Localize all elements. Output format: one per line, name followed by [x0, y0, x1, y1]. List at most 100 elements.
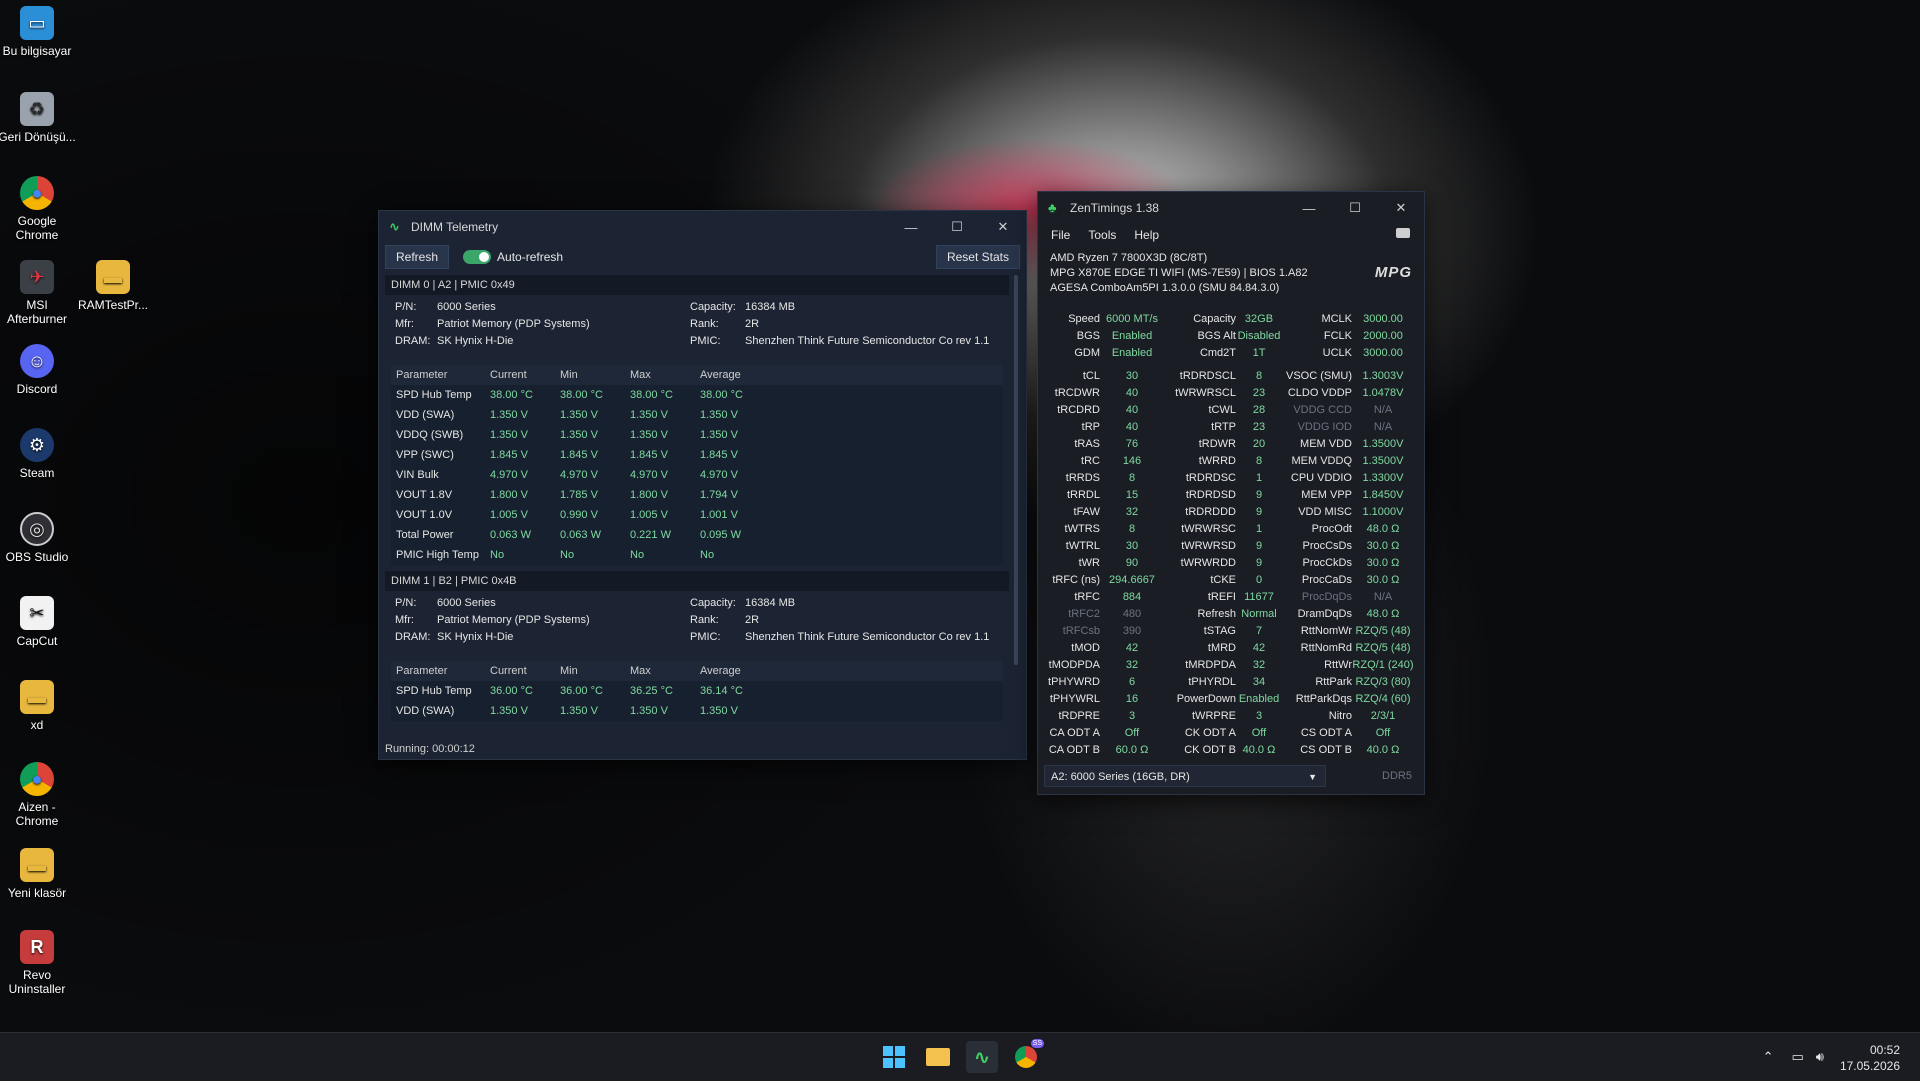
parameter-name: SPD Hub Temp — [396, 389, 472, 401]
timing-label: tRDRDDD — [1185, 505, 1236, 518]
timing-value: 15 — [1125, 488, 1139, 501]
zen-titlebar[interactable]: ♣ ZenTimings 1.38 — ☐ ✕ — [1038, 192, 1424, 224]
camera-icon[interactable] — [1396, 228, 1410, 238]
windows-icon — [883, 1046, 905, 1068]
timing-label: tCWL — [1208, 403, 1237, 416]
timing-value: 6 — [1128, 675, 1136, 688]
timing-row: CA ODT A Off CK ODT A Off CS ODT A Off — [1048, 724, 1414, 741]
maximize-button[interactable]: ☐ — [934, 211, 980, 243]
col-parameter: Parameter — [396, 665, 448, 677]
desktop-icon-this-pc[interactable]: ▭ Bu bilgisayar — [0, 6, 77, 58]
chrome-taskbar-button[interactable]: SS — [1010, 1039, 1044, 1073]
timing-value: 40 — [1125, 420, 1139, 433]
volume-icon[interactable]: 🔊︎ — [1816, 1049, 1824, 1065]
dimm-titlebar[interactable]: ∿ DIMM Telemetry — ☐ ✕ — [379, 211, 1026, 243]
refresh-button[interactable]: Refresh — [385, 245, 450, 269]
close-button[interactable]: ✕ — [980, 211, 1026, 243]
desktop-icon-obs-studio[interactable]: ◎ OBS Studio — [0, 512, 77, 564]
taskbar: ∿ SS ⌃ ▭ 🔊︎ 00:52 17.05.2026 — [0, 1032, 1920, 1081]
clock[interactable]: 00:52 17.05.2026 — [1840, 1042, 1900, 1074]
table-row: SPD Hub Temp 38.00 °C 38.00 °C 38.00 °C 38.0… — [391, 385, 1003, 405]
reset-stats-button[interactable]: Reset Stats — [935, 245, 1020, 269]
agesa-version: AGESA ComboAm5PI 1.3.0.0 (SMU 84.84.3.0) — [1050, 282, 1280, 294]
timing-value: 1 — [1255, 522, 1263, 535]
timing-value: 20 — [1252, 437, 1266, 450]
parameter-value: 1.845 V — [490, 449, 528, 461]
desktop-icon-google-chrome[interactable]: ● Google Chrome — [0, 176, 77, 242]
maximize-button[interactable]: ☐ — [1332, 192, 1378, 224]
timing-label: ProcCaDs — [1301, 573, 1352, 586]
scrollbar[interactable] — [1014, 275, 1018, 665]
timing-label: tCKE — [1210, 573, 1236, 586]
chrome-icon: ● — [20, 176, 54, 210]
timing-row: tRFC 884 tREFI 11677 ProcDqDs N/A — [1048, 588, 1414, 605]
desktop-icon-recycle-bin[interactable]: ♻ Geri Dönüşü... — [0, 92, 77, 144]
timing-value: 1.1000V — [1362, 505, 1404, 518]
desktop-icon-steam[interactable]: ⚙ Steam — [0, 428, 77, 480]
menu-help[interactable]: Help — [1134, 228, 1159, 242]
timing-label: tRDPRE — [1058, 709, 1100, 722]
timing-label: CA ODT A — [1049, 726, 1100, 739]
timing-value: Enabled — [1111, 346, 1153, 359]
minimize-button[interactable]: — — [1286, 192, 1332, 224]
timing-value: 884 — [1122, 590, 1142, 603]
revo-icon: R — [20, 930, 54, 964]
start-button[interactable] — [878, 1041, 910, 1073]
chrome-profile-icon: ● — [20, 762, 54, 796]
timing-value: 30.0 Ω — [1366, 556, 1400, 569]
desktop-icon-aizen-chrome[interactable]: ● Aizen - Chrome — [0, 762, 77, 828]
capacity-label: Capacity: — [690, 597, 736, 609]
timing-value: 3000.00 — [1363, 346, 1403, 359]
parameter-value: 1.800 V — [490, 489, 528, 501]
timing-label: tRCDRD — [1057, 403, 1100, 416]
timing-label: ProcCkDs — [1302, 556, 1352, 569]
timing-value: 2/3/1 — [1370, 709, 1396, 722]
menu-file[interactable]: File — [1051, 228, 1070, 242]
desktop-icon-capcut[interactable]: ✂ CapCut — [0, 596, 77, 648]
menu-tools[interactable]: Tools — [1088, 228, 1116, 242]
parameter-value: No — [700, 549, 715, 561]
timing-label: MCLK — [1321, 312, 1352, 325]
desktop-icon-revo-uninstaller[interactable]: R Revo Uninstaller — [0, 930, 77, 996]
dram-value: SK Hynix H-Die — [437, 335, 514, 347]
timing-label: CK ODT A — [1184, 726, 1236, 739]
timing-value: 32 — [1252, 658, 1266, 671]
parameter-value: 0.063 W — [560, 529, 601, 541]
col-min: Min — [560, 369, 578, 381]
parameter-value: 4.970 V — [490, 469, 528, 481]
parameter-name: VIN Bulk — [396, 469, 439, 481]
parameter-value: 1.845 V — [700, 449, 738, 461]
minimize-button[interactable]: — — [888, 211, 934, 243]
timing-label: tMOD — [1071, 641, 1100, 654]
desktop-icon-new-folder[interactable]: ▬ Yeni klasör — [0, 848, 77, 900]
timing-label: Capacity — [1193, 312, 1236, 325]
auto-refresh-toggle[interactable] — [463, 250, 492, 264]
timing-label: tWRWRSD — [1181, 539, 1236, 552]
dimm-selector[interactable]: A2: 6000 Series (16GB, DR) ▼ — [1044, 765, 1326, 787]
timing-row: Speed 6000 MT/s Capacity 32GB MCLK 3000.00 — [1048, 310, 1414, 327]
desktop-icon-ramtest[interactable]: ▬ RAMTestPr... — [73, 260, 153, 312]
parameter-value: 4.970 V — [560, 469, 598, 481]
timing-row: tCL 30 tRDRDSCL 8 VSOC (SMU) 1.3003V — [1048, 367, 1414, 384]
parameter-value: 1.785 V — [560, 489, 598, 501]
chevron-up-icon[interactable]: ⌃ — [1763, 1049, 1774, 1065]
timing-value: 0 — [1255, 573, 1263, 586]
timing-value: 42 — [1252, 641, 1266, 654]
file-explorer-button[interactable] — [922, 1041, 954, 1073]
network-icon[interactable]: ▭ — [1792, 1049, 1804, 1065]
timing-row: tRRDL 15 tRDRDSD 9 MEM VPP 1.8450V — [1048, 486, 1414, 503]
timing-value: 32GB — [1244, 312, 1274, 325]
timing-value: 3000.00 — [1363, 312, 1403, 325]
close-button[interactable]: ✕ — [1378, 192, 1424, 224]
system-tray: ⌃ ▭ 🔊︎ — [1763, 1033, 1824, 1081]
timing-label: tRFC (ns) — [1052, 573, 1100, 586]
table-row: VIN Bulk 4.970 V 4.970 V 4.970 V 4.970 V — [391, 465, 1003, 485]
rank-label: Rank: — [690, 614, 719, 626]
desktop-icon-xd-folder[interactable]: ▬ xd — [0, 680, 77, 732]
col-current: Current — [490, 369, 527, 381]
desktop-icon-msi-afterburner[interactable]: ✈ MSI Afterburner — [0, 260, 77, 326]
desktop-icon-discord[interactable]: ☺ Discord — [0, 344, 77, 396]
parameter-value: 1.350 V — [630, 705, 668, 717]
dimm-telemetry-taskbar-button[interactable]: ∿ — [966, 1041, 998, 1073]
parameter-value: 0.221 W — [630, 529, 671, 541]
